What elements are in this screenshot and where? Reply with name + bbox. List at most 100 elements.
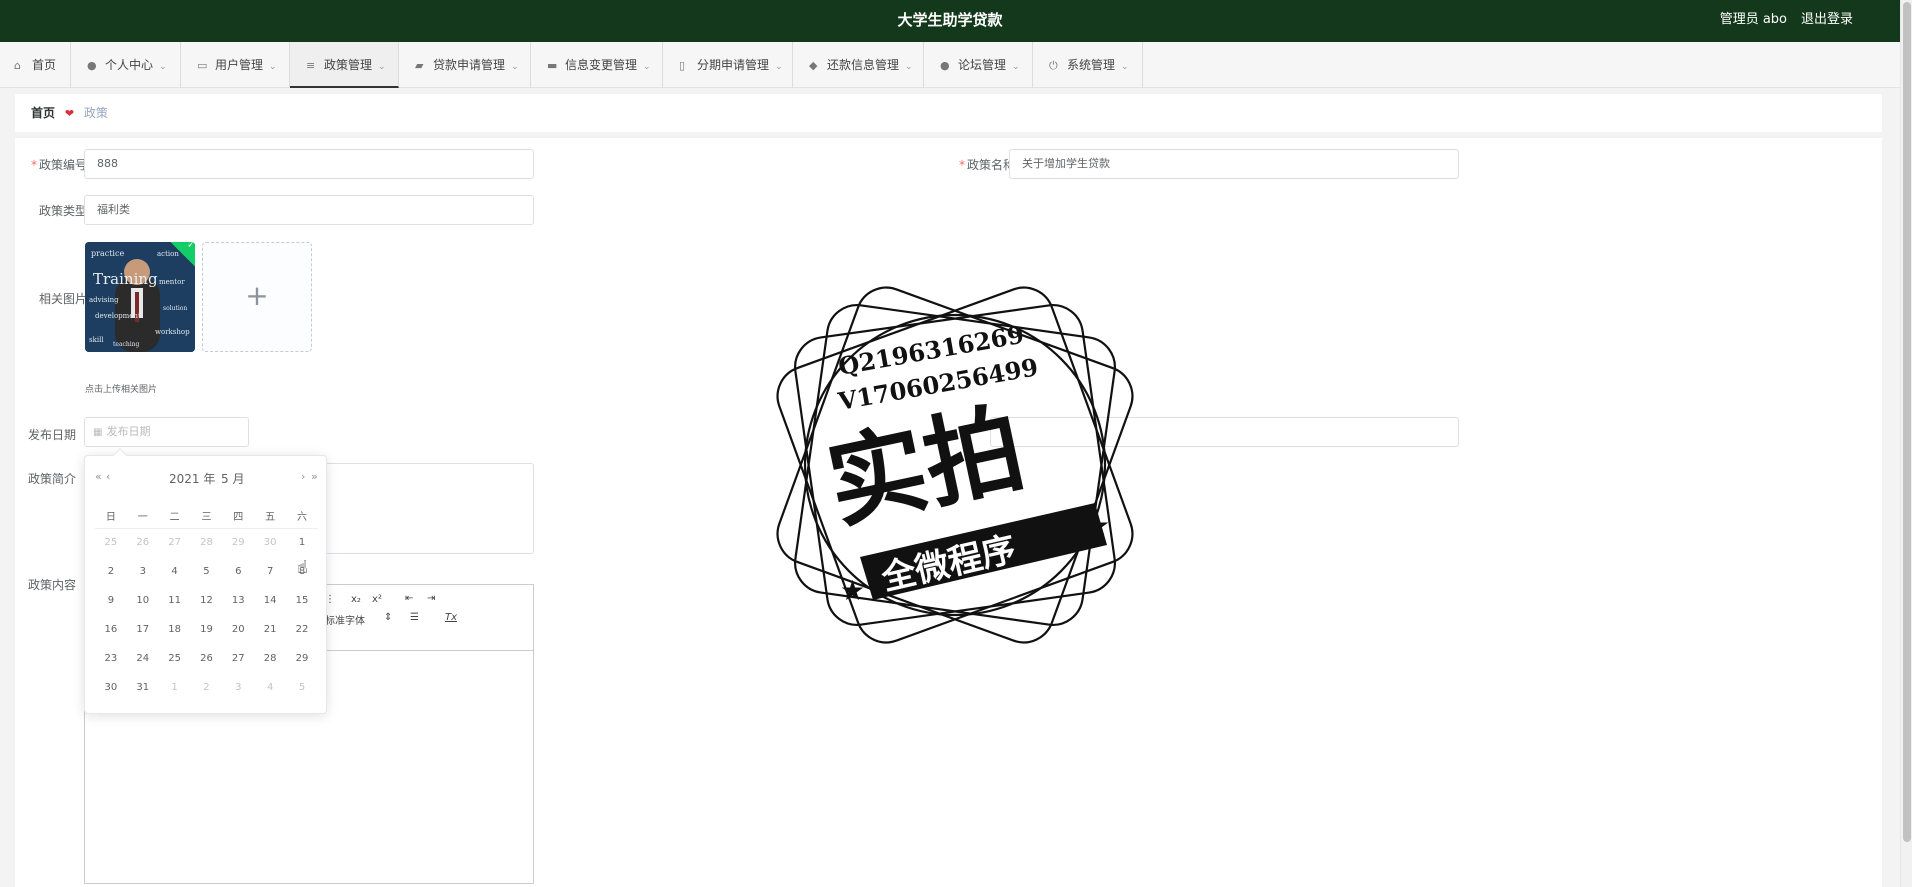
- calendar-day[interactable]: 23: [95, 644, 127, 673]
- uploaded-image[interactable]: practice action Training mentor advising…: [85, 242, 195, 352]
- calendar-day[interactable]: 28: [254, 644, 286, 673]
- calendar-day[interactable]: 14: [254, 586, 286, 615]
- logout-button[interactable]: 退出登录: [1801, 0, 1853, 40]
- calendar-day[interactable]: 25: [159, 644, 191, 673]
- page-scrollbar[interactable]: [1900, 0, 1912, 887]
- photo-word: Training: [93, 270, 158, 288]
- clear-format-button[interactable]: Tx: [445, 612, 457, 623]
- weekday-header: 五: [254, 504, 287, 529]
- nav-item-installment[interactable]: ▯ 分期申请管理 ⌄: [663, 42, 793, 88]
- nav-item-repayment[interactable]: ◆ 还款信息管理 ⌄: [793, 42, 924, 88]
- calendar-day[interactable]: 21: [254, 615, 286, 644]
- policy-no-label: * 政策编号: [30, 158, 87, 172]
- calendar-day[interactable]: 7: [254, 557, 286, 586]
- nav-item-forum[interactable]: ● 论坛管理 ⌄: [924, 42, 1033, 88]
- calendar-icon: ▦: [93, 427, 103, 438]
- calendar-day[interactable]: 10: [127, 586, 159, 615]
- subscript-button[interactable]: x₂: [351, 594, 361, 605]
- nav-item-policy-mgmt[interactable]: ≡ 政策管理 ⌄: [290, 42, 399, 88]
- nav-label: 系统管理: [1067, 58, 1116, 72]
- indent-icon[interactable]: ⇥: [427, 593, 435, 604]
- calendar-day[interactable]: 31: [127, 673, 159, 702]
- picker-month-label[interactable]: 5 月: [221, 470, 244, 487]
- superscript-button[interactable]: x²: [372, 594, 382, 605]
- image-label: 相关图片: [38, 292, 87, 306]
- chat-icon: ▭: [197, 59, 208, 72]
- policy-name-label: * 政策名称: [958, 158, 1015, 172]
- location-icon: ◆: [809, 59, 818, 72]
- policy-type-input[interactable]: 福利类: [84, 195, 534, 225]
- calendar-week-row: 30 31 1 2 3 4 5: [95, 673, 318, 702]
- calendar-day[interactable]: 30: [95, 673, 127, 702]
- calendar-day[interactable]: 19: [191, 615, 223, 644]
- calendar-day[interactable]: 27: [159, 528, 191, 557]
- calendar-day[interactable]: 4: [254, 673, 286, 702]
- calendar-day[interactable]: 11: [159, 586, 191, 615]
- next-month-button[interactable]: ›: [301, 470, 305, 483]
- picker-year-label[interactable]: 2021 年: [169, 470, 215, 487]
- nav-item-system[interactable]: ⏻ 系统管理 ⌄: [1033, 42, 1143, 88]
- breadcrumb-home[interactable]: 首页: [31, 106, 55, 120]
- calendar-day[interactable]: 1: [159, 673, 191, 702]
- star-icon: ★: [840, 574, 865, 607]
- calendar-day[interactable]: 13: [222, 586, 254, 615]
- calendar-day[interactable]: 5: [286, 673, 318, 702]
- calendar-day[interactable]: 4: [159, 557, 191, 586]
- calendar-day[interactable]: 15: [286, 586, 318, 615]
- calendar-day[interactable]: 17: [127, 615, 159, 644]
- calendar-day[interactable]: 2: [191, 673, 223, 702]
- calendar-day[interactable]: 3: [127, 557, 159, 586]
- calendar-day[interactable]: 26: [191, 644, 223, 673]
- main-nav: ⌂ 首页 ● 个人中心 ⌄ ▭ 用户管理 ⌄ ≡ 政策管理 ⌄ ▰ 贷款申请管理 ⌄ ▬ 信息变更管…: [0, 42, 1900, 88]
- policy-type-label: 政策类型: [38, 204, 87, 218]
- calendar-day[interactable]: 18: [159, 615, 191, 644]
- policy-no-input[interactable]: 888: [84, 149, 534, 179]
- calendar-day[interactable]: 16: [95, 615, 127, 644]
- calendar-day[interactable]: 27: [222, 644, 254, 673]
- weekday-header: 一: [126, 504, 159, 529]
- chevron-down-icon: ⌄: [378, 62, 386, 72]
- prev-year-button[interactable]: «: [95, 470, 102, 483]
- date-input[interactable]: ▦ 发布日期: [84, 417, 249, 447]
- font-select[interactable]: 标准字体: [325, 612, 365, 627]
- policy-name-input[interactable]: 关于增加学生贷款: [1009, 149, 1459, 179]
- calendar-week-row: 23 24 25 26 27 28 29: [95, 644, 318, 673]
- nav-item-home[interactable]: ⌂ 首页: [0, 42, 71, 88]
- calendar-day[interactable]: 24: [127, 644, 159, 673]
- check-icon: ✓: [187, 242, 195, 251]
- calendar-day[interactable]: 28: [191, 528, 223, 557]
- add-image-button[interactable]: +: [202, 242, 312, 352]
- nav-item-info-change[interactable]: ▬ 信息变更管理 ⌄: [531, 42, 663, 88]
- calendar-day[interactable]: 30: [254, 528, 286, 557]
- calendar-day[interactable]: 26: [127, 528, 159, 557]
- nav-label: 论坛管理: [958, 58, 1007, 72]
- calendar-day[interactable]: 29: [222, 528, 254, 557]
- calendar-day[interactable]: 25: [95, 528, 127, 557]
- calendar-week-row: 9 10 11 12 13 14 15: [95, 586, 318, 615]
- chevron-down-icon: ⌄: [775, 62, 783, 72]
- calendar-day[interactable]: 1: [286, 528, 318, 557]
- calendar-day[interactable]: 5: [191, 557, 223, 586]
- prev-month-button[interactable]: ‹: [106, 470, 110, 483]
- user-icon: ●: [87, 59, 97, 72]
- nav-item-personal-center[interactable]: ● 个人中心 ⌄: [71, 42, 181, 88]
- chevron-down-icon: ⌄: [1121, 62, 1129, 72]
- photo-word: workshop: [155, 328, 190, 336]
- calendar-day[interactable]: 20: [222, 615, 254, 644]
- calendar-day[interactable]: 12: [191, 586, 223, 615]
- photo-word: skill: [89, 336, 104, 344]
- outdent-icon[interactable]: ⇤: [405, 593, 413, 604]
- calendar-day[interactable]: 3: [222, 673, 254, 702]
- next-year-button[interactable]: »: [311, 470, 318, 483]
- calendar-day[interactable]: 22: [286, 615, 318, 644]
- nav-label: 用户管理: [215, 58, 264, 72]
- scrollbar-thumb[interactable]: [1903, 2, 1911, 842]
- chevron-down-icon: ⌄: [1012, 62, 1020, 72]
- align-icon[interactable]: ☰: [410, 612, 419, 623]
- nav-item-user-mgmt[interactable]: ▭ 用户管理 ⌄: [181, 42, 290, 88]
- calendar-day[interactable]: 2: [95, 557, 127, 586]
- calendar-day[interactable]: 29: [286, 644, 318, 673]
- calendar-day[interactable]: 9: [95, 586, 127, 615]
- nav-item-loan-application[interactable]: ▰ 贷款申请管理 ⌄: [399, 42, 531, 88]
- calendar-day[interactable]: 6: [222, 557, 254, 586]
